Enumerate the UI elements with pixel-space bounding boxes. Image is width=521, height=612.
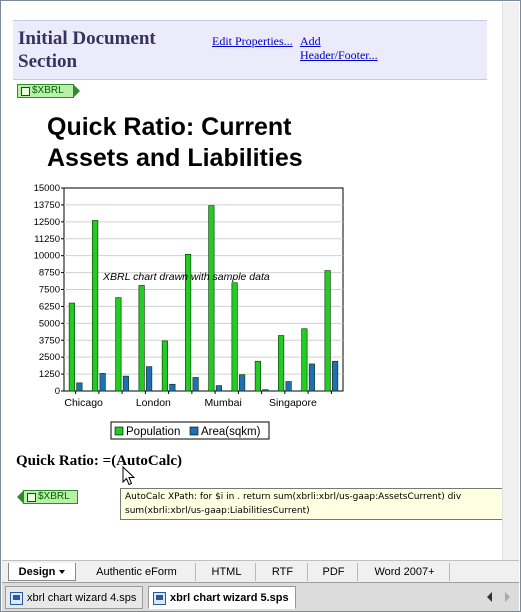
area-bar — [285, 381, 292, 392]
population-bar — [68, 302, 75, 392]
population-bar — [115, 297, 122, 392]
sps-file-icon — [153, 592, 166, 605]
area-bar — [215, 385, 222, 392]
doc-tab-wizard-5[interactable]: xbrl chart wizard 5.sps — [148, 586, 296, 609]
document-tabs-bar: xbrl chart wizard 4.sps xbrl chart wizar… — [2, 582, 519, 611]
xbrl-start-tag-label: $XBRL — [32, 85, 64, 96]
section-title: Initial Document Section — [18, 28, 156, 72]
tab-pdf[interactable]: PDF — [310, 563, 358, 581]
xbrl-node-icon — [27, 493, 36, 502]
area-bar — [122, 375, 129, 392]
y-tick-label: 12500 — [34, 217, 60, 228]
area-bar — [146, 366, 153, 392]
tab-html[interactable]: HTML — [198, 563, 256, 581]
legend-population-label: Population — [126, 426, 180, 438]
doc-tab-wizard-4[interactable]: xbrl chart wizard 4.sps — [5, 586, 144, 609]
doc-tab-label: xbrl chart wizard 4.sps — [27, 592, 137, 604]
xbrl-start-tag[interactable]: $XBRL — [17, 84, 80, 98]
population-bar — [161, 340, 168, 392]
quick-ratio-autocalc: Quick Ratio: =(AutoCalc) — [16, 453, 183, 469]
population-bar — [301, 328, 308, 392]
population-bar — [231, 282, 238, 392]
doc-tab-label: xbrl chart wizard 5.sps — [170, 592, 289, 604]
area-bar — [76, 382, 83, 392]
x-tick-label: Singapore — [269, 397, 317, 409]
view-tabs-bar: Design Authentic eForm HTML RTF PDF Word… — [2, 560, 519, 582]
tab-rtf[interactable]: RTF — [258, 563, 308, 581]
bar-chart[interactable]: 0 1250 2500 3750 5000 6250 7500 8750 10000 11250 1… — [2, 182, 362, 444]
y-tick-label: 8750 — [39, 268, 60, 279]
tab-design[interactable]: Design — [8, 563, 76, 581]
xbrl-node-icon — [21, 87, 30, 96]
y-tick-label: 0 — [55, 386, 60, 397]
page-heading: Quick Ratio: Current Assets and Liabilit… — [47, 113, 303, 172]
chart-annotation: XBRL chart drawn with sample data — [102, 271, 270, 283]
dropdown-caret-icon — [59, 570, 66, 575]
xbrl-end-tag[interactable]: $XBRL — [17, 490, 78, 504]
area-bar — [239, 374, 246, 392]
area-bar — [169, 383, 176, 392]
y-tick-label: 2500 — [39, 352, 60, 363]
population-bar — [324, 270, 331, 392]
scroll-tabs-right-icon[interactable] — [505, 592, 510, 602]
y-tick-label: 13750 — [34, 200, 60, 211]
x-tick-label: London — [136, 397, 171, 409]
y-tick-label: 11250 — [34, 234, 60, 245]
area-bar — [332, 360, 339, 392]
tab-design-label: Design — [18, 566, 56, 578]
sps-file-icon — [10, 592, 23, 605]
scroll-tabs-left-icon[interactable] — [487, 592, 492, 602]
y-tick-label: 6250 — [39, 301, 60, 312]
tab-authentic-eform[interactable]: Authentic eForm — [78, 563, 196, 581]
y-tick-label: 10000 — [34, 251, 60, 262]
edit-properties-link[interactable]: Edit Properties... — [212, 34, 293, 49]
x-tick-label: Chicago — [64, 397, 103, 409]
legend-population-swatch — [114, 426, 124, 436]
legend-area-swatch — [189, 426, 199, 436]
area-bar — [262, 389, 269, 392]
y-tick-label: 1250 — [39, 369, 60, 380]
area-bar — [99, 373, 106, 392]
add-header-footer-link[interactable]: Add Header/Footer... — [300, 34, 390, 62]
population-bar — [278, 335, 285, 392]
legend-area-label: Area(sqkm) — [201, 426, 261, 438]
population-bar — [254, 360, 261, 392]
app-frame: Initial Document Section Edit Properties… — [0, 0, 521, 612]
vertical-scrollbar[interactable] — [502, 2, 519, 560]
y-tick-label: 15000 — [34, 183, 60, 194]
population-bar — [92, 220, 99, 392]
x-tick-label: Mumbai — [204, 397, 241, 409]
y-tick-label: 7500 — [39, 285, 60, 296]
y-tick-label: 5000 — [39, 318, 60, 329]
xbrl-end-tag-label: $XBRL — [38, 491, 70, 502]
mouse-cursor-icon — [122, 466, 136, 486]
y-tick-label: 3750 — [39, 335, 60, 346]
autocalc-tooltip: AutoCalc XPath: for $i in . return sum(x… — [120, 488, 502, 520]
area-bar — [308, 363, 315, 392]
area-bar — [192, 377, 199, 392]
document-view: Initial Document Section Edit Properties… — [2, 2, 502, 560]
initial-document-section: Initial Document Section Edit Properties… — [13, 20, 487, 80]
population-bar — [138, 285, 145, 392]
population-bar — [208, 205, 215, 392]
tab-word-2007[interactable]: Word 2007+ — [360, 563, 450, 581]
